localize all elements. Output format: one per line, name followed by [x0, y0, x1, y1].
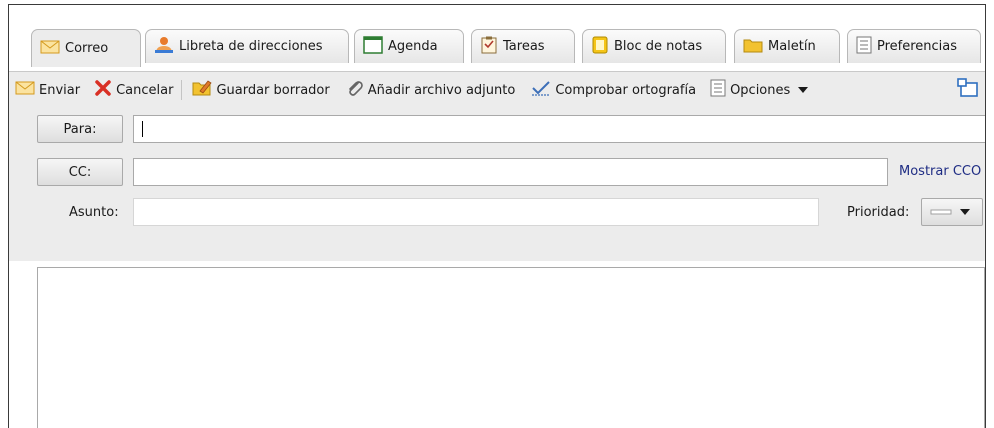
priority-label: Prioridad:: [847, 205, 910, 220]
attach-file-button[interactable]: Añadir archivo adjunto: [346, 77, 516, 103]
cancel-label: Cancelar: [116, 82, 174, 98]
cc-field[interactable]: [133, 158, 888, 186]
tab-bloc-de-notas[interactable]: Bloc de notas: [582, 29, 726, 63]
send-button[interactable]: Enviar: [15, 77, 80, 103]
tab-preferencias[interactable]: Preferencias: [847, 29, 981, 63]
detach-window-button[interactable]: [957, 77, 979, 103]
compose-header-form: Para: CC: Mostrar CCO Asunto: Prioridad:: [9, 108, 985, 261]
mail-window: Correo Libreta de direcciones Agenda Tar…: [8, 4, 986, 428]
to-button[interactable]: Para:: [37, 115, 123, 143]
chevron-down-icon: [798, 83, 809, 98]
options-icon: [710, 79, 726, 101]
envelope-icon: [40, 39, 60, 59]
tab-libreta-de-direcciones[interactable]: Libreta de direcciones: [145, 29, 349, 63]
save-draft-label: Guardar borrador: [216, 82, 330, 98]
spellcheck-icon: [531, 79, 551, 101]
to-label: Para:: [63, 121, 97, 137]
paperclip-icon: [346, 79, 364, 101]
cc-label: CC:: [68, 164, 92, 180]
cancel-icon: [94, 79, 112, 101]
cc-button[interactable]: CC:: [37, 158, 123, 186]
tab-label: Tareas: [503, 39, 545, 54]
tab-label: Libreta de direcciones: [179, 39, 323, 54]
tab-maletin[interactable]: Maletín: [734, 29, 840, 63]
compose-toolbar: Enviar Cancelar Guardar borrador Añadir …: [9, 71, 985, 109]
new-window-icon: [957, 78, 979, 102]
spellcheck-button[interactable]: Comprobar ortografía: [531, 77, 696, 103]
tab-label: Maletín: [768, 39, 816, 54]
attach-file-label: Añadir archivo adjunto: [367, 82, 516, 98]
subject-field[interactable]: [133, 198, 819, 226]
chevron-down-icon: [960, 205, 970, 220]
toolbar-separator: [181, 80, 183, 100]
message-body-editor[interactable]: [37, 267, 985, 428]
tab-label: Agenda: [388, 39, 438, 54]
options-dropdown[interactable]: Opciones: [710, 77, 809, 103]
save-draft-button[interactable]: Guardar borrador: [192, 77, 330, 103]
calendar-icon: [363, 35, 383, 58]
tab-tareas[interactable]: Tareas: [471, 29, 575, 63]
preferences-icon: [856, 36, 872, 58]
tab-agenda[interactable]: Agenda: [354, 29, 464, 63]
save-draft-icon: [192, 79, 213, 101]
cancel-button[interactable]: Cancelar: [94, 77, 173, 103]
text-cursor: [142, 121, 143, 137]
folder-icon: [743, 37, 763, 57]
subject-label: Asunto:: [69, 205, 119, 220]
contacts-icon: [154, 36, 174, 58]
tab-label: Preferencias: [877, 39, 958, 54]
tab-correo[interactable]: Correo: [31, 29, 141, 67]
app-tab-bar: Correo Libreta de direcciones Agenda Tar…: [9, 5, 985, 71]
send-label: Enviar: [39, 82, 81, 98]
normal-priority-icon: [930, 205, 952, 220]
priority-dropdown[interactable]: [921, 198, 983, 226]
tab-label: Correo: [65, 41, 109, 56]
envelope-icon: [15, 80, 35, 100]
options-label: Opciones: [730, 82, 791, 98]
notebook-icon: [591, 36, 609, 58]
tab-label: Bloc de notas: [614, 39, 703, 54]
to-field[interactable]: [133, 115, 985, 143]
spellcheck-label: Comprobar ortografía: [555, 82, 697, 98]
show-bcc-link[interactable]: Mostrar CCO: [899, 164, 981, 179]
tasks-icon: [480, 36, 498, 58]
